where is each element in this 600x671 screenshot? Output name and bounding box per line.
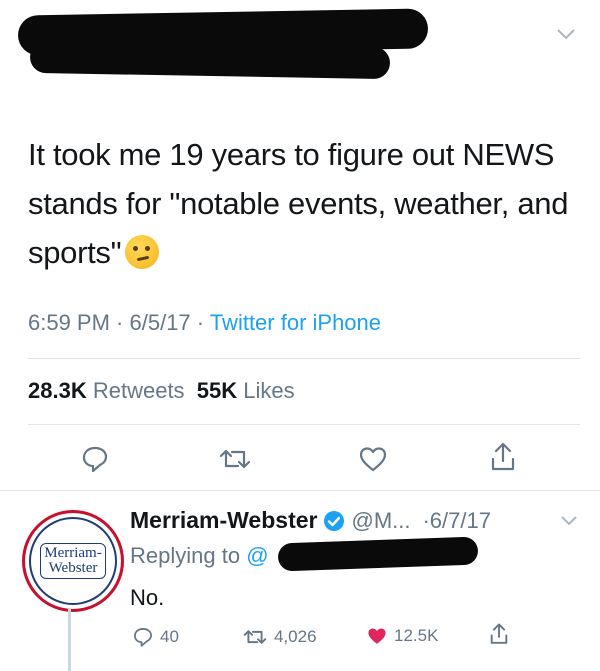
divider [28,358,580,359]
tweet-source-link[interactable]: Twitter for iPhone [210,310,381,335]
avatar-line2: Webster [48,560,98,576]
reply-author-handle[interactable]: @M... [351,508,410,534]
avatar[interactable]: Merriam- Webster [22,510,124,612]
tweet-stats: 28.3K Retweets 55K Likes [28,378,295,404]
tweet-text-content: It took me 19 years to figure out NEWS s… [28,137,569,270]
replying-to-label: Replying to [130,543,241,568]
reply-icon [82,446,108,473]
heart-filled-icon [368,628,386,644]
retweet-button[interactable] [218,442,252,476]
replying-to: Replying to @ [130,543,269,569]
retweets-label[interactable]: Retweets [93,378,185,403]
heart-icon [359,447,387,472]
retweets-count[interactable]: 28.3K [28,378,87,403]
tweet-meta: 6:59 PM · 6/5/17 · Twitter for iPhone [28,310,382,335]
replying-to-handle[interactable]: @ [246,543,268,568]
reply-icon [134,628,152,647]
divider [0,490,600,491]
tweet-time: 6:59 PM [28,310,110,335]
avatar-line1: Merriam- [44,545,102,561]
tweet-date: 6/5/17 [129,310,191,335]
redacted-replying-handle [277,536,479,572]
thread-line [68,608,71,671]
reply-date: ·6/7/17 [422,507,491,533]
like-button[interactable] [356,442,390,476]
reply-header: Merriam-Webster @M... ·6/7/17 [130,507,491,534]
reply-count: 40 [160,627,179,646]
share-icon [490,623,508,644]
redacted-author-handle [29,40,391,80]
reply-author-name[interactable]: Merriam-Webster [130,507,317,534]
share-button[interactable] [486,440,520,474]
retweet-icon [219,449,251,469]
verified-badge-icon [324,510,345,531]
reply-text: No. [130,585,165,610]
reply-like-button[interactable]: 12.5K [366,626,438,646]
divider [28,424,580,425]
reply-retweet-button[interactable]: 4,026 [242,626,317,648]
like-count: 12.5K [394,626,439,645]
reply-share-button[interactable] [488,622,510,646]
reply-reply-button[interactable]: 40 [132,626,179,648]
retweet-icon [243,630,267,644]
likes-count[interactable]: 55K [197,378,237,403]
share-icon [491,442,515,471]
thinking-face-icon [125,235,160,269]
tweet-text: It took me 19 years to figure out NEWS s… [28,130,573,277]
chevron-down-icon[interactable] [560,514,578,532]
likes-label[interactable]: Likes [243,378,294,403]
reply-button[interactable] [78,442,112,476]
merriam-webster-logo: Merriam- Webster [40,543,106,579]
chevron-down-icon[interactable] [556,24,576,47]
retweet-count: 4,026 [274,627,317,646]
